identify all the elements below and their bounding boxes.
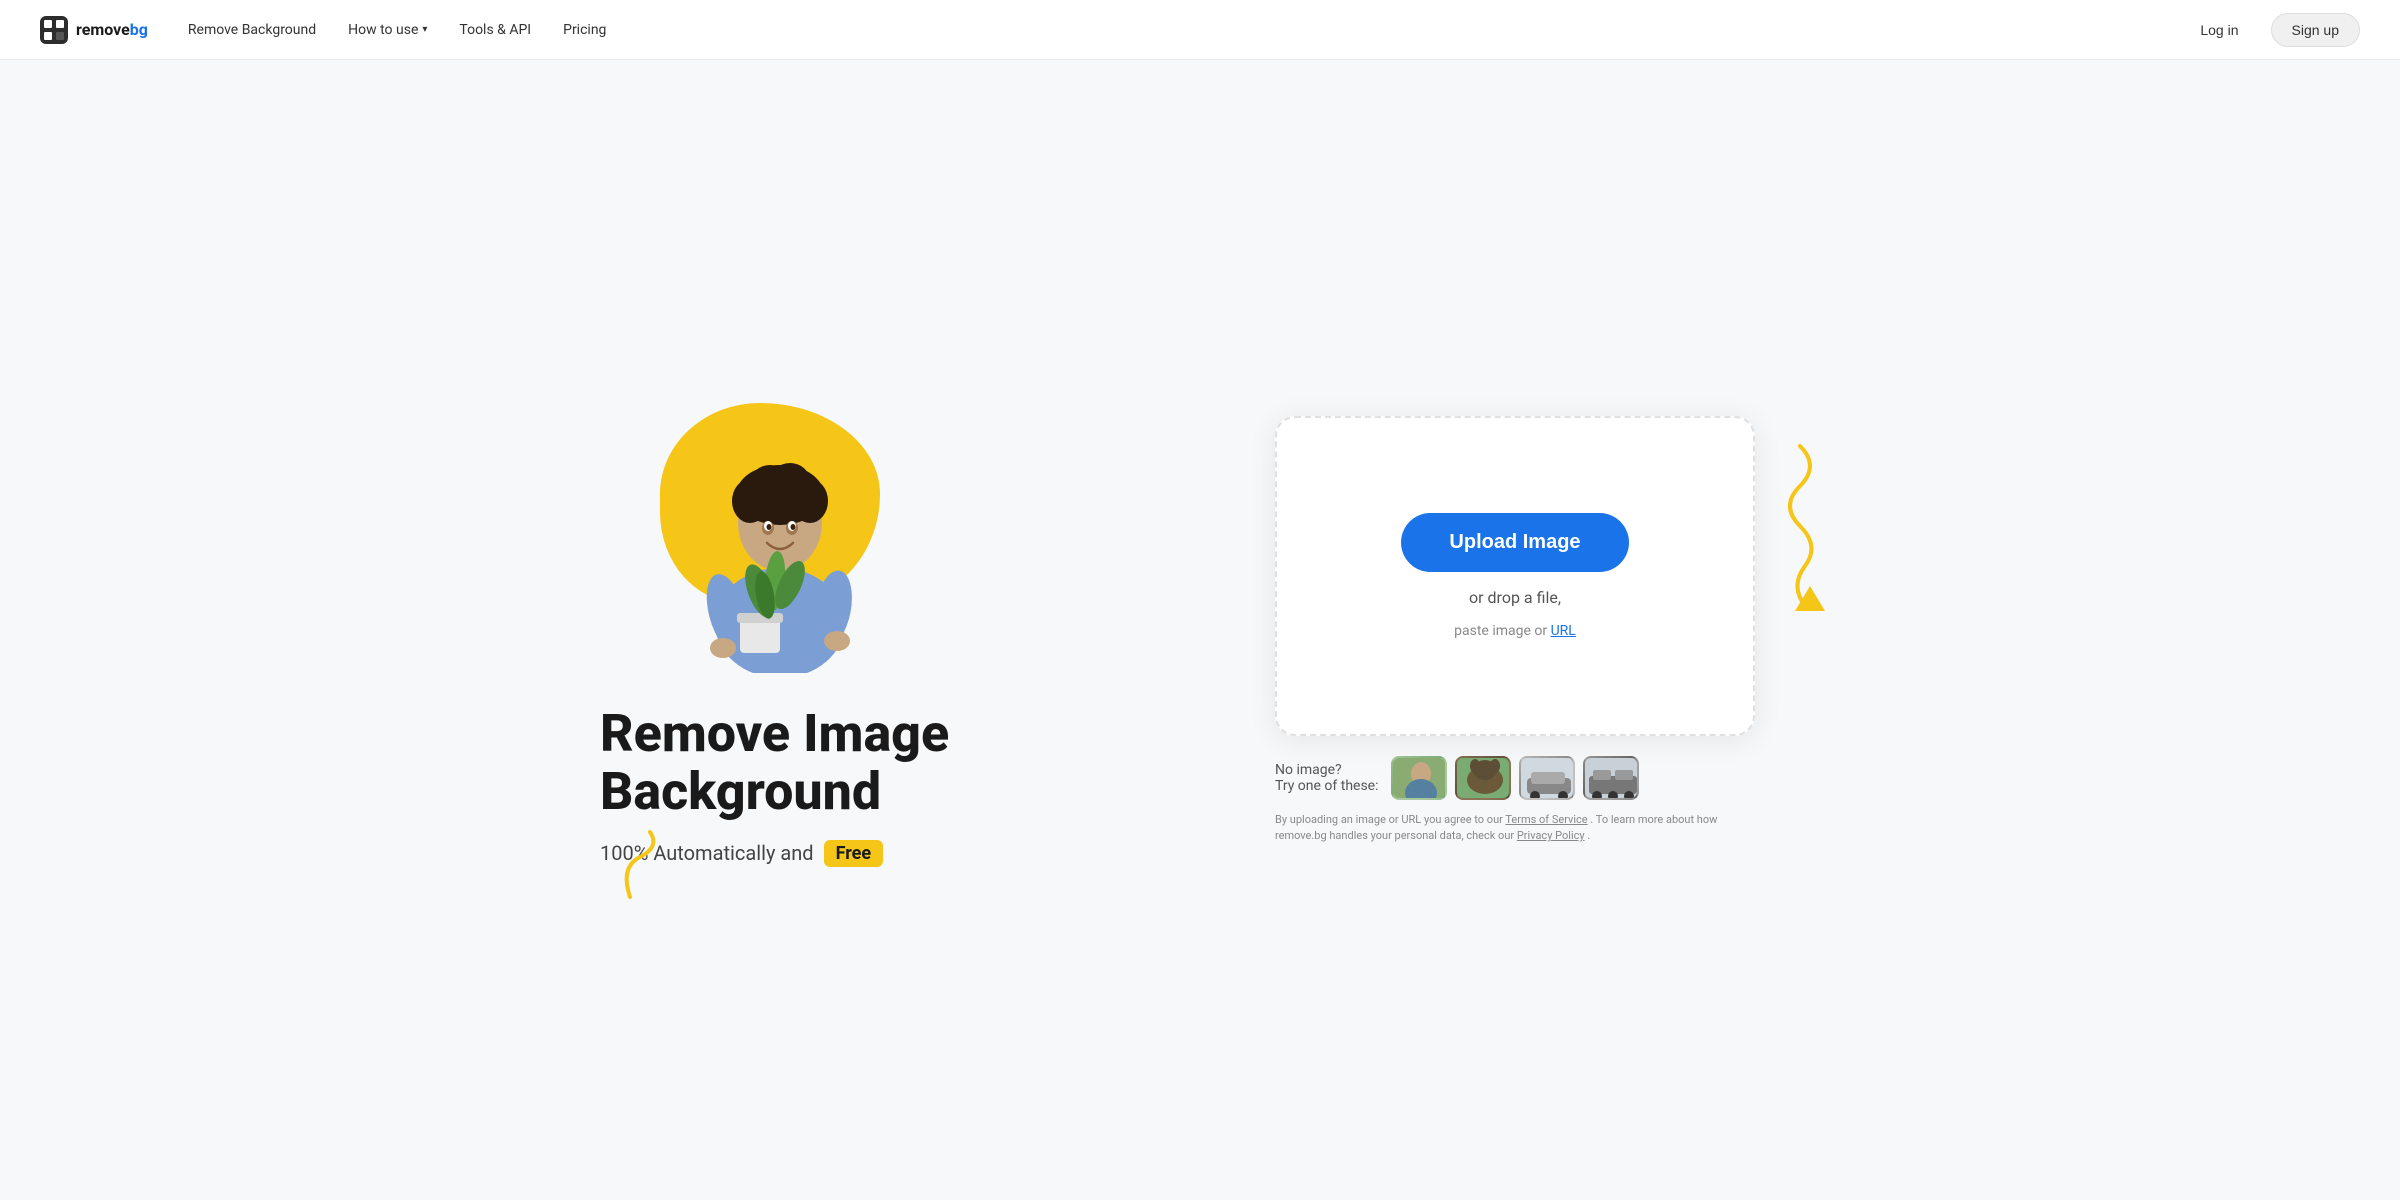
- sample-section: No image? Try one of these:: [1275, 756, 1755, 800]
- nav-auth: Log in Sign up: [2184, 13, 2360, 47]
- sample-image-vehicle[interactable]: [1583, 756, 1639, 800]
- right-section: Upload Image or drop a file, paste image…: [1230, 416, 1800, 845]
- drop-text: or drop a file,: [1469, 588, 1561, 607]
- sample-image-animal[interactable]: [1455, 756, 1511, 800]
- logo[interactable]: removebg: [40, 16, 148, 44]
- bottom-left-squiggle: [610, 827, 710, 907]
- terms-of-service-link[interactable]: Terms of Service: [1505, 813, 1587, 826]
- free-badge: Free: [824, 840, 884, 867]
- nav-how-to-use[interactable]: How to use ▾: [348, 22, 427, 38]
- top-right-decoration: [1740, 436, 1860, 636]
- hero-headline: Remove Image Background: [600, 705, 1170, 819]
- sample-image-car[interactable]: [1519, 756, 1575, 800]
- disclaimer-text: By uploading an image or URL you agree t…: [1275, 812, 1755, 845]
- hero-image-container: [600, 393, 940, 673]
- sample-label: No image? Try one of these:: [1275, 762, 1379, 794]
- navigation: removebg Remove Background How to use ▾ …: [0, 0, 2400, 60]
- chevron-down-icon: ▾: [422, 24, 427, 35]
- logo-text: removebg: [76, 20, 148, 39]
- sample-image-person1[interactable]: [1391, 756, 1447, 800]
- login-button[interactable]: Log in: [2184, 14, 2254, 46]
- nav-links: Remove Background How to use ▾ Tools & A…: [188, 22, 2184, 38]
- nav-pricing[interactable]: Pricing: [563, 22, 606, 38]
- nav-remove-background[interactable]: Remove Background: [188, 22, 316, 38]
- logo-icon: [40, 16, 68, 44]
- upload-drop-zone[interactable]: Upload Image or drop a file, paste image…: [1275, 416, 1755, 736]
- content-wrapper: Remove Image Background 100% Automatical…: [600, 393, 1800, 866]
- main-content: Remove Image Background 100% Automatical…: [0, 60, 2400, 1200]
- upload-image-button[interactable]: Upload Image: [1401, 513, 1628, 572]
- left-section: Remove Image Background 100% Automatical…: [600, 393, 1170, 866]
- sample-images: [1391, 756, 1639, 800]
- hero-person-image: [680, 413, 880, 673]
- signup-button[interactable]: Sign up: [2271, 13, 2360, 47]
- paste-text: paste image or URL: [1454, 623, 1576, 639]
- url-link[interactable]: URL: [1551, 623, 1576, 639]
- privacy-policy-link[interactable]: Privacy Policy: [1517, 829, 1585, 842]
- nav-tools-api[interactable]: Tools & API: [459, 22, 531, 38]
- person-svg: [685, 423, 875, 673]
